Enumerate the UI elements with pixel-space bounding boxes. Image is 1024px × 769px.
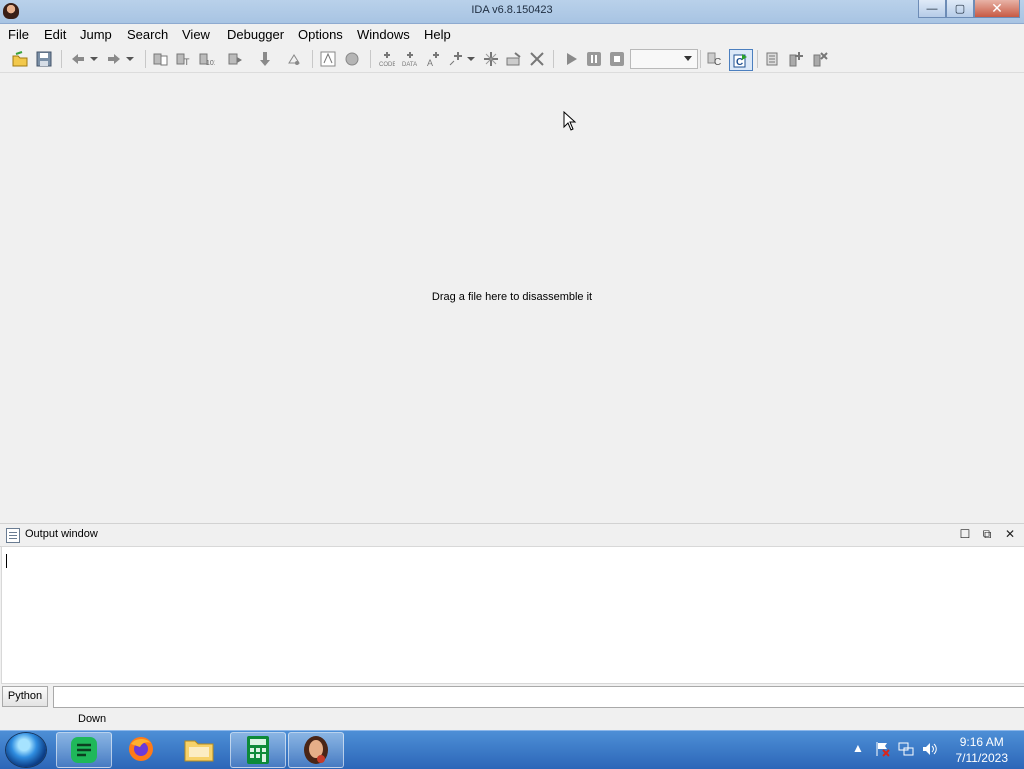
taskbar: ▲ 9:16 AM 7/11/2023 [0,730,1024,769]
patch-icon[interactable] [286,51,302,67]
menu-options[interactable]: Options [298,27,343,42]
chevron-down-icon [684,56,692,61]
clock-time: 9:16 AM [959,735,1004,749]
make-array-icon[interactable] [448,51,464,67]
sticky-notes-icon[interactable] [56,732,112,768]
svg-text:A: A [427,58,433,67]
c-active-icon[interactable]: C [729,49,753,71]
cli-language-button[interactable]: Python [2,686,48,707]
toolbar-separator [61,50,62,68]
show-hidden-icons-icon[interactable]: ▲ [850,741,866,757]
toolbar-separator [370,50,371,68]
svg-text:C: C [714,57,721,67]
make-code-icon[interactable]: CODE [379,51,395,67]
output-window-icon [6,528,20,543]
make-ascii-icon[interactable]: A [425,51,441,67]
start-orb-icon[interactable] [6,733,46,767]
stop-icon[interactable] [609,51,625,67]
jump-down-icon[interactable] [257,51,273,67]
clock-date: 7/11/2023 [955,751,1009,765]
status-text: Down [78,713,107,725]
undefine-icon[interactable] [506,51,522,67]
menu-help[interactable]: Help [424,27,451,42]
menu-windows[interactable]: Windows [357,27,410,42]
graph-icon[interactable] [344,51,360,67]
svg-text:T: T [184,57,190,67]
output-float-button[interactable]: ⧉ [980,527,994,541]
c-decompile-icon[interactable]: C [707,51,723,67]
forward-icon[interactable] [106,51,122,67]
toolbar: T 101 CODE DATA A [0,46,1024,73]
cli-command-input[interactable] [53,686,1024,708]
save-icon[interactable] [36,51,52,67]
ida-icon[interactable] [288,732,344,768]
mouse-pointer-icon [563,111,577,131]
make-array-dropdown-icon[interactable] [466,51,476,67]
text-search-icon[interactable] [153,51,169,67]
text-caret [6,554,7,568]
menu-bar: File Edit Jump Search View Debugger Opti… [0,24,1024,45]
network-icon[interactable] [898,741,914,757]
close-button[interactable]: ✕ [974,0,1020,18]
title-bar: IDA v6.8.150423 — ▢ ✕ [0,0,1024,24]
output-close-button[interactable]: ✕ [1003,527,1017,541]
toolbar-separator [145,50,146,68]
toolbar-separator [757,50,758,68]
toolbar-separator [553,50,554,68]
output-text-area[interactable] [1,546,1024,684]
minimize-button[interactable]: — [918,0,946,18]
calculator-icon[interactable] [230,732,286,768]
text-mode-icon[interactable] [320,51,336,67]
open-icon[interactable] [12,51,28,67]
output-window-header: Output window ☐ ⧉ ✕ [0,523,1024,547]
output-maximize-button[interactable]: ☐ [958,527,972,541]
toolbar-separator [312,50,313,68]
pause-icon[interactable] [586,51,602,67]
svg-text:DATA: DATA [402,62,417,67]
menu-jump[interactable]: Jump [80,27,112,42]
action-center-icon[interactable] [874,741,890,757]
breakpoint-remove-icon[interactable] [812,51,828,67]
forward-dropdown-icon[interactable] [125,51,135,67]
menu-file[interactable]: File [8,27,29,42]
file-explorer-icon[interactable] [172,732,226,766]
disassembly-workspace[interactable]: Drag a file here to disassemble it [0,73,1024,523]
menu-view[interactable]: View [182,27,210,42]
toolbar-separator [700,50,701,68]
delete-icon[interactable] [529,51,545,67]
menu-edit[interactable]: Edit [44,27,66,42]
maximize-button[interactable]: ▢ [946,0,974,18]
debugger-select[interactable] [630,49,698,69]
breakpoint-icon[interactable] [788,51,804,67]
search-text-icon[interactable]: T [176,51,192,67]
output-window-title: Output window [25,528,98,540]
menu-search[interactable]: Search [127,27,168,42]
search-next-icon[interactable] [228,51,244,67]
search-immediate-icon[interactable]: 101 [199,51,215,67]
system-clock[interactable]: 9:16 AM 7/11/2023 [956,734,1009,766]
run-icon[interactable] [563,51,579,67]
firefox-icon[interactable] [114,732,168,766]
back-dropdown-icon[interactable] [89,51,99,67]
structs-icon[interactable] [765,51,781,67]
drop-hint: Drag a file here to disassemble it [431,291,593,303]
add-function-icon[interactable] [483,51,499,67]
svg-text:CODE: CODE [379,62,395,67]
back-icon[interactable] [70,51,86,67]
make-data-icon[interactable]: DATA [402,51,418,67]
menu-debugger[interactable]: Debugger [227,27,284,42]
window-controls: — ▢ ✕ [918,0,1020,18]
volume-icon[interactable] [921,741,937,757]
svg-text:101: 101 [206,60,215,67]
window-title: IDA v6.8.150423 [471,4,553,16]
